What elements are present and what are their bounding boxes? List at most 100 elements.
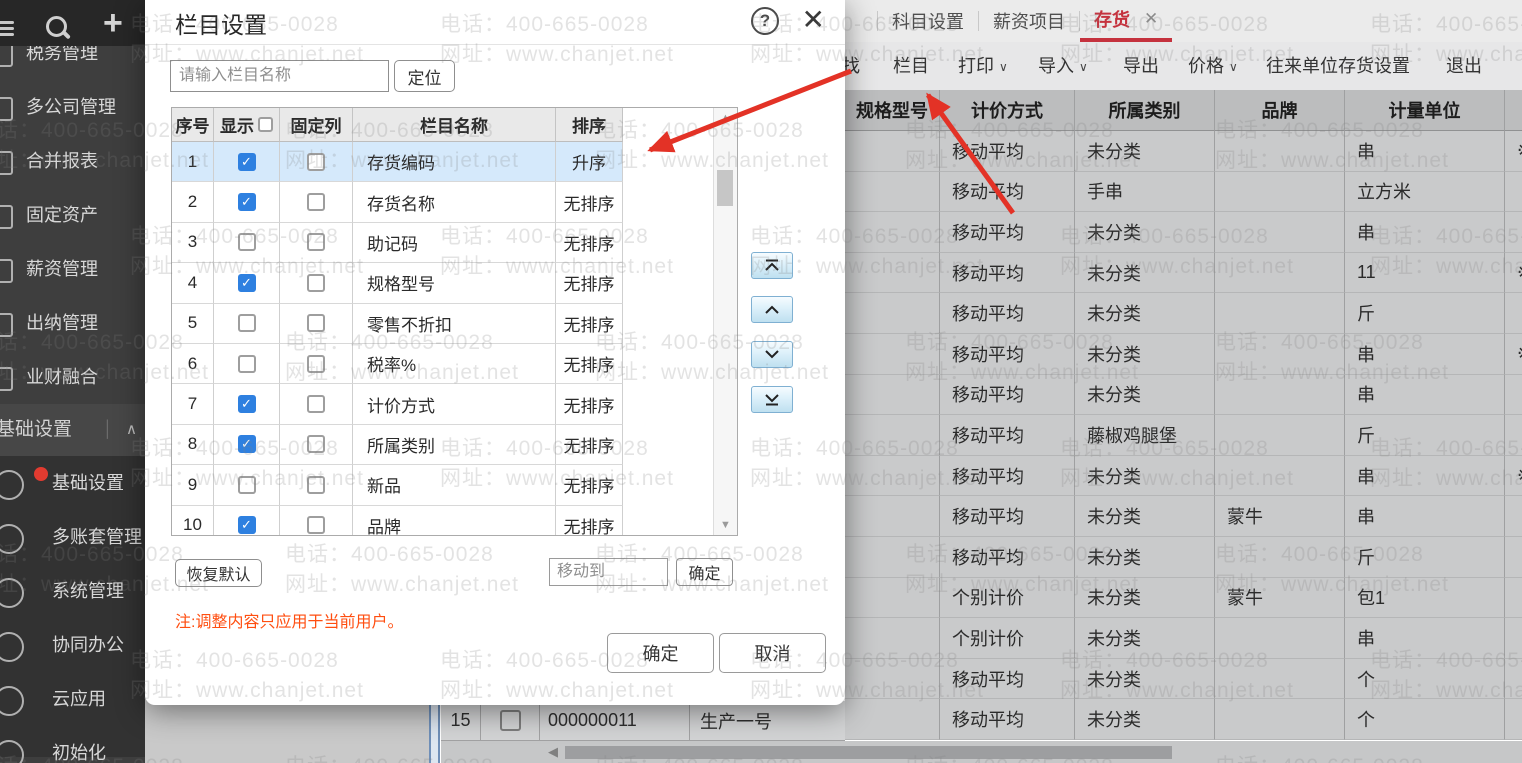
- column-grid-row[interactable]: 9 新品 无排序: [172, 465, 623, 506]
- column-header-品牌[interactable]: 品牌: [1215, 90, 1345, 131]
- column-grid-row[interactable]: 3 助记码 无排序: [172, 222, 623, 264]
- column-grid-row[interactable]: 1 ✓ 存货编码 升序: [172, 142, 623, 183]
- sidebar-item-业财融合[interactable]: 业财融合: [0, 350, 145, 404]
- show-checkbox[interactable]: ✓: [237, 516, 256, 535]
- fixed-checkbox[interactable]: [307, 233, 325, 252]
- tab-科目设置[interactable]: 科目设置: [878, 0, 978, 42]
- sidebar-item-薪资管理[interactable]: 薪资管理: [0, 242, 145, 296]
- column-grid-row[interactable]: 7 ✓ 计价方式 无排序: [172, 384, 623, 425]
- sidebar-item-多账套管理[interactable]: 多账套管理: [0, 510, 145, 564]
- table-row[interactable]: 移动平均未分类 11※: [845, 252, 1522, 294]
- move-down-button[interactable]: [751, 341, 793, 368]
- column-header-所属类别[interactable]: 所属类别: [1075, 90, 1215, 131]
- show-checkbox[interactable]: ✓: [237, 273, 256, 292]
- show-checkbox[interactable]: ✓: [237, 152, 256, 171]
- scroll-up-icon[interactable]: ▲: [714, 112, 737, 124]
- table-row[interactable]: 个别计价 未分类 串: [845, 618, 1522, 659]
- ok-button[interactable]: 确定: [607, 633, 714, 673]
- table-row[interactable]: 移动平均未分类 串※: [845, 131, 1522, 172]
- search-icon[interactable]: [46, 16, 67, 37]
- fixed-checkbox[interactable]: [307, 475, 325, 494]
- table-row[interactable]: 移动平均 手串 立方米: [845, 171, 1522, 213]
- add-icon[interactable]: +: [103, 6, 123, 40]
- sidebar-item-云应用[interactable]: 云应用: [0, 672, 145, 726]
- sidebar-item-出纳管理[interactable]: 出纳管理: [0, 296, 145, 350]
- show-checkbox[interactable]: [237, 314, 256, 333]
- table-row[interactable]: 15 000000011 生产一号: [441, 701, 845, 741]
- toolbar-button-退出[interactable]: 退出: [1446, 42, 1482, 90]
- show-checkbox[interactable]: [237, 475, 256, 494]
- sidebar-item-多公司管理[interactable]: 多公司管理: [0, 80, 145, 134]
- close-icon[interactable]: ✕: [802, 3, 825, 36]
- fixed-checkbox[interactable]: [307, 193, 325, 212]
- move-top-button[interactable]: [751, 252, 793, 279]
- vertical-scrollbar[interactable]: ▲ ▼: [713, 108, 737, 535]
- tab-close-icon[interactable]: ✕: [1144, 9, 1158, 29]
- sidebar-item-基础设置[interactable]: 基础设置: [0, 456, 145, 510]
- tab-薪资项目[interactable]: 薪资项目: [979, 0, 1079, 42]
- toolbar-button-栏目[interactable]: 栏目: [893, 42, 929, 90]
- fixed-checkbox[interactable]: [307, 395, 325, 414]
- vertical-scrollbar-thumb[interactable]: [717, 170, 733, 206]
- show-checkbox[interactable]: [237, 354, 256, 373]
- fixed-checkbox[interactable]: [307, 516, 325, 535]
- move-to-input[interactable]: [549, 558, 668, 586]
- toolbar-button-价格[interactable]: 价格 ∨: [1188, 42, 1238, 90]
- table-row[interactable]: 个别计价 未分类 蒙牛 包1: [845, 577, 1522, 619]
- fixed-checkbox[interactable]: [307, 152, 325, 171]
- table-row[interactable]: 移动平均未分类 串※: [845, 455, 1522, 497]
- sidebar-section-basic-settings[interactable]: 基础设置 │ ∧: [0, 404, 145, 456]
- fixed-checkbox[interactable]: [307, 273, 325, 292]
- column-grid-row[interactable]: 2 ✓ 存货名称 无排序: [172, 182, 623, 223]
- scroll-down-icon[interactable]: ▼: [714, 519, 737, 531]
- column-grid-row[interactable]: 4 ✓ 规格型号 无排序: [172, 263, 623, 304]
- horizontal-scrollbar-thumb[interactable]: [565, 746, 1172, 759]
- toolbar-button-导出[interactable]: 导出: [1123, 42, 1159, 90]
- toolbar-button-往来单位存货设置[interactable]: 往来单位存货设置: [1266, 42, 1410, 90]
- column-header-规格型号[interactable]: 规格型号: [845, 90, 940, 131]
- show-checkbox[interactable]: ✓: [237, 193, 256, 212]
- sidebar-item-合并报表[interactable]: 合并报表: [0, 134, 145, 188]
- fixed-checkbox[interactable]: [307, 314, 325, 333]
- table-row[interactable]: 移动平均 未分类 串: [845, 212, 1522, 253]
- table-row[interactable]: 移动平均 未分类 个: [845, 658, 1522, 700]
- table-row[interactable]: 移动平均 未分类 串: [845, 374, 1522, 416]
- help-icon[interactable]: ?: [751, 7, 779, 35]
- fixed-checkbox[interactable]: [307, 354, 325, 373]
- toolbar-button-打印[interactable]: 打印 ∨: [958, 42, 1008, 90]
- column-grid-row[interactable]: 8 ✓ 所属类别 无排序: [172, 424, 623, 466]
- sidebar-item-协同办公[interactable]: 协同办公: [0, 618, 145, 672]
- table-row[interactable]: 移动平均 未分类 斤: [845, 536, 1522, 578]
- toolbar-button-导入[interactable]: 导入 ∨: [1038, 42, 1088, 90]
- column-grid-row[interactable]: 6 税率% 无排序: [172, 343, 623, 385]
- column-header-计量单位[interactable]: 计量单位: [1345, 90, 1505, 131]
- column-grid-row[interactable]: 10 ✓ 品牌 无排序: [172, 505, 623, 535]
- show-checkbox[interactable]: ✓: [237, 435, 256, 454]
- column-grid-row[interactable]: 5 零售不折扣 无排序: [172, 303, 623, 344]
- fixed-checkbox[interactable]: [307, 435, 325, 454]
- show-checkbox[interactable]: [237, 233, 256, 252]
- horizontal-scrollbar[interactable]: ◀: [441, 741, 1522, 763]
- table-row[interactable]: 移动平均 未分类 蒙牛串: [845, 496, 1522, 537]
- move-to-confirm-button[interactable]: 确定: [676, 558, 733, 586]
- column-search-input[interactable]: [170, 60, 389, 92]
- locate-button[interactable]: 定位: [394, 60, 455, 92]
- column-header-计价方式[interactable]: 计价方式: [940, 90, 1075, 131]
- show-checkbox[interactable]: ✓: [237, 395, 256, 414]
- sidebar-item-系统管理[interactable]: 系统管理: [0, 564, 145, 618]
- sidebar-item-初始化[interactable]: 初始化: [0, 726, 145, 763]
- row-checkbox[interactable]: [499, 710, 521, 731]
- table-row[interactable]: 移动平均 未分类 个: [845, 699, 1522, 740]
- tab-存货[interactable]: 存货 ✕: [1080, 0, 1173, 42]
- select-all-checkbox[interactable]: [258, 117, 273, 132]
- cancel-button[interactable]: 取消: [719, 633, 826, 673]
- table-row[interactable]: 移动平均 未分类 斤: [845, 293, 1522, 334]
- scroll-left-icon[interactable]: ◀: [545, 744, 561, 760]
- restore-default-button[interactable]: 恢复默认: [175, 559, 262, 587]
- table-row[interactable]: 移动平均 藤椒鸡腿堡 斤: [845, 415, 1522, 456]
- sidebar-item-固定资产[interactable]: 固定资产: [0, 188, 145, 242]
- move-up-button[interactable]: [751, 296, 793, 323]
- move-bottom-button[interactable]: [751, 386, 793, 413]
- table-row[interactable]: 移动平均未分类 串※: [845, 333, 1522, 375]
- collapse-menu-icon[interactable]: [0, 18, 14, 38]
